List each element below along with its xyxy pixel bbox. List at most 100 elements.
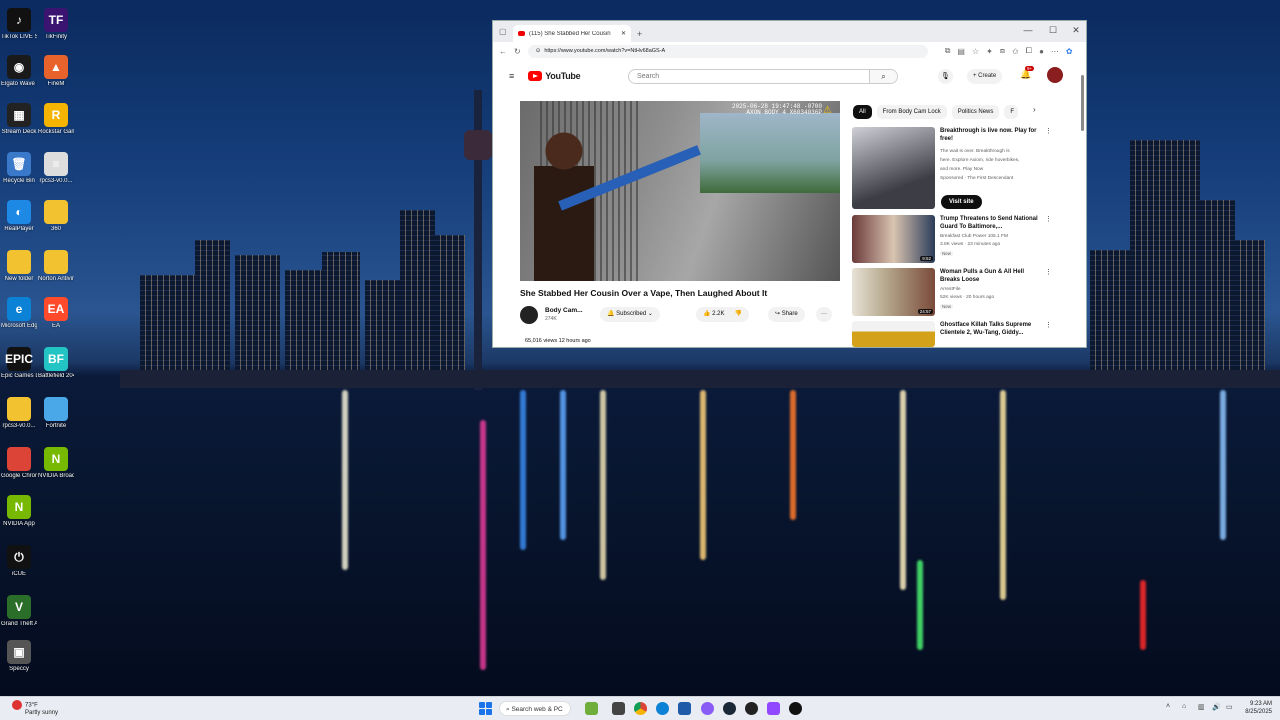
desktop-icon[interactable]: ◉ Elgato Wave Link — [1, 55, 37, 88]
create-button[interactable]: + Create — [967, 69, 1003, 84]
back-icon[interactable]: ← — [499, 47, 507, 56]
desktop-icon[interactable]: Fortnite — [38, 397, 74, 430]
recommendation-thumbnail[interactable] — [852, 127, 935, 209]
messenger-icon[interactable] — [701, 702, 714, 715]
new-tab-icon[interactable]: + — [637, 29, 642, 39]
store-icon[interactable] — [678, 702, 691, 715]
more-options-icon[interactable]: ⋮ — [1045, 268, 1052, 276]
collections-icon[interactable]: ⧠ — [1026, 46, 1032, 56]
taskbar-search[interactable]: ⌕ Search web & PC — [499, 701, 571, 716]
file-explorer-icon[interactable] — [612, 702, 625, 715]
profile-icon[interactable]: ● — [1039, 47, 1044, 56]
maximize-button[interactable]: ☐ — [1043, 25, 1063, 36]
chevron-right-icon[interactable]: › — [1033, 105, 1036, 114]
tray-chevron-icon[interactable]: ˄ — [1166, 703, 1170, 710]
browser-window[interactable]: ▢ (115) She Stabbed Her Cousin ✕ + — ☐ ✕… — [492, 20, 1087, 348]
reader-icon[interactable]: ▤ — [957, 47, 965, 56]
minimize-button[interactable]: — — [1018, 25, 1038, 35]
battery-icon[interactable]: ▭ — [1226, 703, 1233, 711]
tray-app-icon[interactable]: ⌂ — [1182, 703, 1186, 710]
steam-icon[interactable] — [723, 702, 736, 715]
visit-site-button[interactable]: Visit site — [941, 195, 982, 209]
account-avatar[interactable] — [1047, 67, 1063, 83]
desktop-icon[interactable]: ⏻ iCUE — [1, 545, 37, 578]
network-icon[interactable]: ▥ — [1198, 703, 1205, 711]
desktop-icon[interactable]: Google Chrome — [1, 447, 37, 480]
desktop-icon[interactable]: ▦ Stream Deck — [1, 103, 37, 136]
notifications-icon[interactable]: 🔔 9+ — [1020, 66, 1035, 80]
desktop-icon[interactable]: EPIC Epic Games Launcher — [1, 347, 37, 380]
tab-close-icon[interactable]: ✕ — [621, 30, 626, 37]
weather-widget[interactable]: 73°F Partly sunny — [12, 700, 58, 717]
dislike-icon[interactable]: 👎 — [734, 311, 741, 317]
like-dislike-group[interactable]: 👍 2.2K 👎 — [696, 307, 749, 322]
chip-politics-news[interactable]: Politics News — [951, 105, 1000, 119]
recommendation-thumbnail[interactable] — [852, 321, 935, 347]
channel-avatar[interactable] — [520, 306, 538, 324]
clock[interactable]: 9:23 AM 8/25/2025 — [1245, 700, 1272, 716]
desktop-icon[interactable]: N NVIDIA Broadcast — [38, 447, 74, 480]
chrome-icon[interactable] — [634, 702, 647, 715]
desktop-icon[interactable]: TF TikFinity — [38, 8, 74, 41]
recommendation-thumbnail[interactable]: 24:57 — [852, 268, 935, 316]
search-input[interactable]: Search ⌕ — [628, 69, 898, 84]
tab-youtube[interactable]: (115) She Stabbed Her Cousin ✕ — [513, 25, 631, 42]
twitch-icon[interactable] — [767, 702, 780, 715]
desktop-icon[interactable]: ▣ Speccy — [1, 640, 37, 673]
close-button[interactable]: ✕ — [1066, 25, 1086, 36]
chip-from-channel[interactable]: From Body Cam Lock — [876, 105, 947, 119]
youtube-logo[interactable]: YouTube — [528, 71, 581, 81]
search-button[interactable]: ⌕ — [869, 70, 897, 83]
split-screen-icon[interactable]: ⧈ — [1000, 46, 1005, 56]
desktop-icon[interactable]: ▲ FineM — [38, 55, 74, 88]
desktop-icon[interactable]: Norton Antivirus — [38, 250, 74, 283]
video-player[interactable]: 2025-06-28 19:47:48 -0700 AXON BODY 4 X6… — [520, 101, 840, 281]
desktop-icon[interactable]: New folder — [1, 250, 37, 283]
desktop-icon[interactable]: N NVIDIA App — [1, 495, 37, 528]
desktop-icon[interactable]: ♪ TikTok LIVE Studio — [1, 8, 37, 41]
recommendation-item[interactable]: 24:57 Woman Pulls a Gun & All Hell Break… — [852, 268, 1052, 318]
more-options-icon[interactable]: ⋮ — [1045, 321, 1052, 329]
chip-more[interactable]: F — [1004, 105, 1019, 119]
page-scrollbar[interactable] — [1080, 71, 1085, 346]
menu-icon[interactable]: ⋯ — [1051, 47, 1059, 56]
app-icon[interactable] — [789, 702, 802, 715]
desktop-icon[interactable]: ◐ RealPlayer — [1, 200, 37, 233]
extension-icon[interactable]: ⧉ — [945, 46, 951, 56]
desktop-icon[interactable]: rpcs3-v0.0... — [1, 397, 37, 430]
desktop-icon[interactable]: e Microsoft Edge — [1, 297, 37, 330]
recommendation-item[interactable]: 9:52 Trump Threatens to Send National Gu… — [852, 215, 1052, 265]
desktop-icon[interactable]: ≡ rpcs3-v0.0... — [38, 152, 74, 185]
more-actions-button[interactable]: ··· — [816, 307, 832, 322]
tab-actions-icon[interactable]: ▢ — [499, 27, 507, 36]
subscribed-button[interactable]: 🔔 Subscribed ⌄ — [600, 307, 660, 322]
extensions-icon[interactable]: ✦ — [986, 47, 993, 56]
volume-icon[interactable]: 🔊 — [1212, 703, 1221, 711]
widgets-icon[interactable] — [585, 702, 598, 715]
desktop-icon[interactable]: V Grand Theft Auto V Le... — [1, 595, 37, 628]
desktop-icon[interactable]: BF Battlefield 2042 — [38, 347, 74, 380]
url-field[interactable]: ⊙ https://www.youtube.com/watch?v=NtHv68… — [527, 44, 928, 58]
desktop-icon[interactable]: EA EA — [38, 297, 74, 330]
desktop-icon[interactable]: 🗑 Recycle Bin — [1, 152, 37, 185]
recommendation-ad[interactable]: Breakthrough is live now. Play for free!… — [852, 127, 1052, 212]
favorites-icon[interactable]: ✩ — [1012, 47, 1019, 56]
refresh-icon[interactable]: ↻ — [514, 47, 521, 56]
recommendation-item[interactable]: Ghostface Killah Talks Supreme Clientele… — [852, 321, 1052, 347]
share-button[interactable]: ↪ Share — [768, 307, 805, 322]
edge-icon[interactable] — [656, 702, 669, 715]
chip-all[interactable]: All — [853, 105, 872, 119]
more-options-icon[interactable]: ⋮ — [1045, 127, 1052, 135]
like-icon[interactable]: 👍 — [703, 311, 712, 317]
obs-icon[interactable] — [745, 702, 758, 715]
start-button[interactable] — [479, 702, 492, 715]
more-options-icon[interactable]: ⋮ — [1045, 215, 1052, 223]
desktop-icon[interactable]: 360 — [38, 200, 74, 233]
scrollbar-thumb[interactable] — [1081, 75, 1084, 131]
channel-name[interactable]: Body Cam... — [545, 307, 583, 314]
recommendation-thumbnail[interactable]: 9:52 — [852, 215, 935, 263]
favorite-star-icon[interactable]: ☆ — [972, 47, 979, 56]
desktop-icon[interactable]: R Rockstar Games... — [38, 103, 74, 136]
hamburger-menu-icon[interactable]: ≡ — [509, 71, 514, 81]
voice-search-icon[interactable]: 🎙 — [938, 69, 953, 84]
